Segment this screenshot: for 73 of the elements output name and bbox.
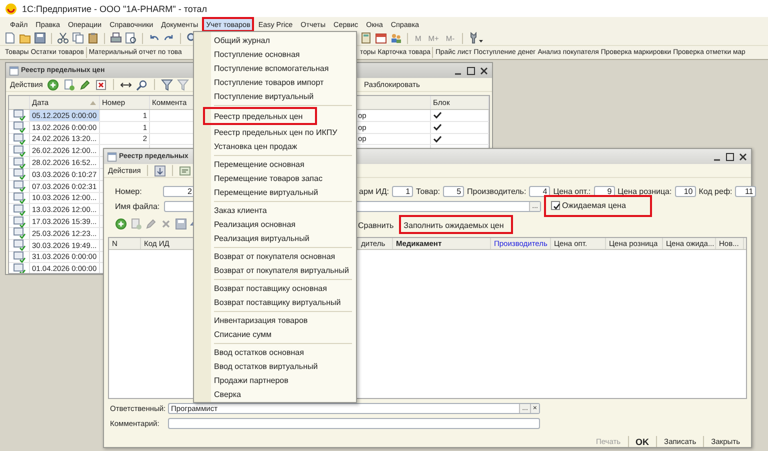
field-label: Производитель: xyxy=(467,186,526,196)
clipboard-icon[interactable] xyxy=(87,32,99,44)
menu-item[interactable]: Заказ клиента xyxy=(194,203,356,217)
menu-item[interactable]: Перемещение товаров запас xyxy=(194,171,356,185)
form-icon[interactable] xyxy=(178,164,191,176)
field-label: Товар: xyxy=(416,186,440,196)
button[interactable]: OK xyxy=(632,436,652,446)
save-icon[interactable] xyxy=(34,32,46,44)
field-label: Код реф: xyxy=(698,186,732,196)
field-label: Номер: xyxy=(115,186,143,196)
wrench-dropdown-icon[interactable] xyxy=(468,32,484,44)
menu-item[interactable]: Перемещение виртуальный xyxy=(194,185,356,199)
button[interactable]: Заполнить ожидаемых цен xyxy=(398,214,513,234)
calculator-icon[interactable] xyxy=(360,32,372,44)
add-icon[interactable] xyxy=(115,218,127,230)
close-icon[interactable] xyxy=(738,152,748,162)
scissors-icon[interactable] xyxy=(57,32,69,44)
calendar-icon[interactable] xyxy=(375,32,387,44)
checkbox[interactable]: Ожидаемая цена xyxy=(544,195,652,217)
close-icon[interactable] xyxy=(479,66,489,76)
menu-item[interactable]: Инвентаризация товаров xyxy=(194,313,356,327)
menu-item[interactable]: Реестр предельных цен xyxy=(203,107,317,125)
printer-icon[interactable] xyxy=(110,32,122,44)
menu-item[interactable]: Поступление товаров импорт xyxy=(194,75,356,89)
maximize-icon[interactable] xyxy=(725,152,735,162)
menu-item[interactable]: Возврат от покупателя виртуальный xyxy=(194,263,356,277)
menu-item[interactable]: Ввод остатков основная xyxy=(194,345,356,359)
number-field[interactable]: 9 xyxy=(594,186,615,196)
menu-item[interactable]: Поступление вспомогательная xyxy=(194,61,356,75)
check-icon xyxy=(552,202,560,210)
menu-item[interactable]: Сверка xyxy=(194,387,356,401)
menu-item[interactable]: Реализация основная xyxy=(194,217,356,231)
menu-item[interactable]: Общий журнал xyxy=(194,33,356,47)
menu-item[interactable]: Поступление виртуальный xyxy=(194,89,356,103)
field-label: арм ИД: xyxy=(359,186,390,196)
maximize-icon[interactable] xyxy=(466,66,476,76)
field-label: Имя файла: xyxy=(115,202,161,210)
window-icon xyxy=(9,66,19,76)
menu-item[interactable]: Установка цен продаж xyxy=(194,139,356,153)
menu-item[interactable]: Возврат поставщику основная xyxy=(194,281,356,295)
number-field[interactable]: 10 xyxy=(674,186,696,196)
menu-item[interactable]: Реализация виртуальный xyxy=(194,231,356,245)
number-field[interactable]: 1 xyxy=(392,186,414,196)
menu-item[interactable]: Возврат от покупателя основная xyxy=(194,249,356,263)
menu-item[interactable]: Ввод остатков виртуальный xyxy=(194,359,356,373)
menu-item[interactable]: Продажи партнеров xyxy=(194,373,356,387)
number-field[interactable]: 5 xyxy=(443,186,464,196)
users-icon[interactable] xyxy=(390,32,402,44)
checkbox-label: Ожидаемая цена xyxy=(562,201,626,210)
menu-item[interactable]: Списание сумм xyxy=(194,327,356,341)
app-logo-icon xyxy=(5,2,17,14)
copy-icon[interactable] xyxy=(72,32,84,44)
field-label: Цена розница: xyxy=(618,186,672,196)
menu-item[interactable]: Возврат поставщику виртуальный xyxy=(194,295,356,309)
button[interactable]: Сравнить xyxy=(353,216,399,234)
save-icon[interactable] xyxy=(175,218,187,230)
search-icon[interactable] xyxy=(136,78,148,90)
field-label: Цена опт.: xyxy=(553,186,591,196)
add-icon[interactable] xyxy=(46,78,59,90)
number-field[interactable]: 4 xyxy=(529,186,550,196)
window-icon xyxy=(107,152,117,162)
delete-icon[interactable] xyxy=(94,78,107,90)
move-down-icon[interactable] xyxy=(154,164,166,176)
comment-field[interactable] xyxy=(168,418,540,428)
menu-item[interactable]: Реестр предельных цен по ИКПУ xyxy=(194,125,356,139)
menu-item[interactable]: Перемещение основная xyxy=(194,157,356,171)
menu-item[interactable]: Поступление основная xyxy=(194,47,356,61)
sort-ascending-icon xyxy=(89,98,97,106)
number-field[interactable]: 2 xyxy=(163,186,195,196)
preview-icon[interactable] xyxy=(125,32,137,44)
number-field[interactable]: 11 xyxy=(735,186,756,196)
window-title: 1С:Предприятие - ООО "1A-PHARM" - тотал xyxy=(22,4,207,14)
copy-icon[interactable] xyxy=(62,78,75,90)
